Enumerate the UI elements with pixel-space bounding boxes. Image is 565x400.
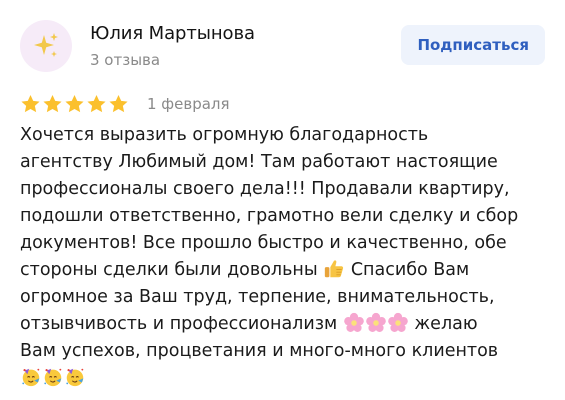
partying-face-icon bbox=[64, 366, 86, 388]
review-text-segment: Спасибо Вам bbox=[350, 260, 470, 280]
review-text-segment: отзывчивость и профессионализм bbox=[20, 314, 338, 334]
review-text-segment: огромное за Ваш труд, терпение, внимател… bbox=[20, 287, 495, 307]
partying-face-icon bbox=[20, 366, 42, 388]
cherry-blossom-icon bbox=[343, 312, 365, 334]
review-text-line: Хочется выразить огромную благодарность bbox=[20, 122, 555, 149]
review-header: Юлия Мартынова 3 отзыва Подписаться bbox=[20, 20, 545, 76]
review-text-segment: профессионалы своего дела!!! Продавали к… bbox=[20, 179, 510, 199]
review-text-segment: желаю bbox=[414, 314, 478, 334]
star-rating bbox=[20, 94, 129, 114]
review-text-line: Вам успехов, процветания и много-много к… bbox=[20, 338, 555, 365]
review-text-segment: Вам успехов, процветания и много-много к… bbox=[20, 341, 499, 361]
subscribe-button[interactable]: Подписаться bbox=[401, 25, 545, 65]
avatar[interactable] bbox=[20, 20, 72, 72]
star-icon bbox=[108, 94, 129, 114]
star-icon bbox=[42, 94, 63, 114]
review-text-segment: стороны сделки были довольны bbox=[20, 260, 318, 280]
review-date: 1 февраля bbox=[147, 95, 230, 113]
review-text-line: документов! Все прошло быстро и качестве… bbox=[20, 230, 555, 257]
review-text-line: агентству Любимый дом! Там работают наст… bbox=[20, 149, 555, 176]
partying-face-icon bbox=[42, 366, 64, 388]
rating-row: 1 февраля bbox=[20, 93, 230, 115]
review-text-line: подошли ответственно, грамотно вели сдел… bbox=[20, 203, 555, 230]
sparkles-icon bbox=[34, 33, 58, 57]
star-icon bbox=[20, 94, 41, 114]
cherry-blossom-icon bbox=[365, 312, 387, 334]
author-name[interactable]: Юлия Мартынова bbox=[90, 23, 255, 44]
thumbs-up-icon bbox=[323, 258, 345, 280]
review-text-segment: Хочется выразить огромную благодарность bbox=[20, 125, 429, 145]
author-review-count: 3 отзыва bbox=[90, 51, 161, 69]
star-icon bbox=[86, 94, 107, 114]
review-text-segment: подошли ответственно, грамотно вели сдел… bbox=[20, 206, 519, 226]
star-icon bbox=[64, 94, 85, 114]
review-text-line: профессионалы своего дела!!! Продавали к… bbox=[20, 176, 555, 203]
review-text-line: стороны сделки были довольны Спасибо Вам bbox=[20, 257, 555, 284]
review-text-line: отзывчивость и профессионализм желаю bbox=[20, 311, 555, 338]
review-text: Хочется выразить огромную благодарность … bbox=[20, 122, 555, 392]
review-text-segment: документов! Все прошло быстро и качестве… bbox=[20, 233, 507, 253]
review-text-line: огромное за Ваш труд, терпение, внимател… bbox=[20, 284, 555, 311]
review-text-segment: агентству Любимый дом! Там работают наст… bbox=[20, 152, 498, 172]
review-text-line bbox=[20, 365, 555, 392]
cherry-blossom-icon bbox=[387, 312, 409, 334]
